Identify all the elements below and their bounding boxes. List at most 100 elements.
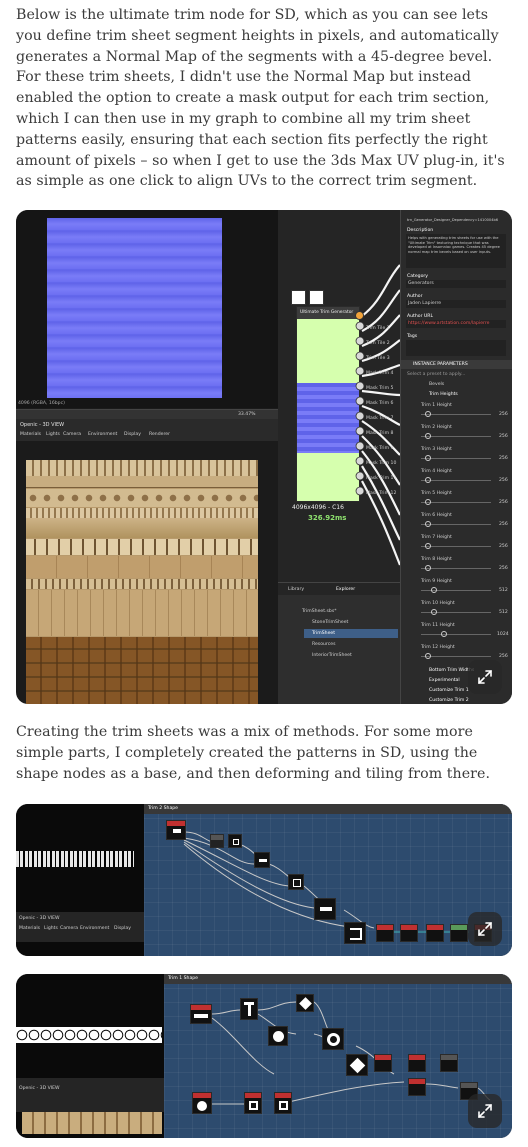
viewer-menu-environment[interactable]: Environment (80, 926, 109, 931)
viewer-menu-lights[interactable]: Lights (44, 926, 58, 931)
trim-height-knob[interactable] (425, 653, 431, 659)
trim-height-row[interactable]: Trim 1 Height 256 (401, 402, 512, 424)
graph-node-shape-3[interactable] (254, 852, 270, 868)
prop-author-field[interactable]: Jaden Lapierre (406, 300, 506, 308)
trim-height-slider[interactable] (421, 546, 491, 547)
graph-node-tile[interactable] (426, 924, 444, 942)
trim-height-knob[interactable] (425, 411, 431, 417)
trim-height-row[interactable]: Trim 2 Height 256 (401, 424, 512, 446)
trim-height-knob[interactable] (431, 587, 437, 593)
viewer-menu-materials[interactable]: Materials (19, 926, 40, 931)
trim-height-value[interactable]: 256 (499, 544, 508, 549)
explorer-item-stone[interactable]: StoneTrimSheet (312, 620, 348, 625)
trim-height-row[interactable]: Trim 9 Height 512 (401, 578, 512, 600)
trim-height-row[interactable]: Trim 8 Height 256 (401, 556, 512, 578)
output-port-main[interactable] (355, 311, 364, 320)
prop-tags-field[interactable] (406, 340, 506, 356)
trim-height-slider[interactable] (421, 436, 491, 437)
trim-height-value[interactable]: 256 (499, 566, 508, 571)
viewer-3d-menu-renderer[interactable]: Renderer (149, 432, 170, 437)
group-trim-heights[interactable]: Trim Heights (429, 392, 458, 397)
viewer-menu-display[interactable]: Display (114, 926, 131, 931)
trim-height-knob[interactable] (425, 543, 431, 549)
viewer-3d-menu-display[interactable]: Display (124, 432, 141, 437)
graph-node-shape-2[interactable] (228, 834, 242, 848)
graph-node-square-2[interactable] (274, 1092, 292, 1114)
graph-node-shape-5[interactable] (314, 898, 336, 920)
trim-height-knob[interactable] (425, 565, 431, 571)
trim-height-row[interactable]: Trim 7 Height 256 (401, 534, 512, 556)
graph-node-shape-a[interactable] (190, 1004, 212, 1024)
graph-node-blend-1[interactable] (376, 924, 394, 942)
explorer-tab-explorer[interactable]: Explorer (336, 587, 355, 592)
trim-height-knob[interactable] (425, 521, 431, 527)
graph-node-output-1[interactable] (450, 924, 468, 942)
trim-1-shape-screenshot[interactable]: Openic - 3D VIEW Trim 1 Shape (16, 974, 512, 1138)
trim-height-value[interactable]: 256 (499, 478, 508, 483)
trim-height-slider[interactable] (421, 524, 491, 525)
prop-description-box[interactable]: Helps with generating trim sheets for us… (406, 234, 506, 268)
graph-node-blend-2[interactable] (400, 924, 418, 942)
trim-height-slider[interactable] (421, 480, 491, 481)
graph-node-blend-d[interactable] (408, 1078, 426, 1096)
trim-height-value[interactable]: 256 (499, 522, 508, 527)
trim-height-value[interactable]: 256 (499, 434, 508, 439)
viewer-3d-menu-environment[interactable]: Environment (88, 432, 117, 437)
prop-author-url-field[interactable]: https://www.artstation.com/lapierre (406, 320, 506, 328)
trim-height-row[interactable]: Trim 4 Height 256 (401, 468, 512, 490)
trim-height-knob[interactable] (425, 499, 431, 505)
trim-height-slider[interactable] (421, 458, 491, 459)
graph-node-diamond[interactable] (296, 994, 314, 1012)
trim-height-slider[interactable] (421, 502, 491, 503)
trim-height-row[interactable]: Trim 3 Height 256 (401, 446, 512, 468)
trim-generator-screenshot[interactable]: 4096 (RGBA, 16bpc) 33.47% Openic - 3D VI… (16, 210, 512, 704)
explorer-item-trimsheet[interactable]: TrimSheet (312, 631, 335, 636)
trim-height-value[interactable]: 256 (499, 654, 508, 659)
trim-height-value[interactable]: 512 (499, 588, 508, 593)
graph-node-blend-b[interactable] (408, 1054, 426, 1072)
trim-height-row[interactable]: Trim 5 Height 256 (401, 490, 512, 512)
graph-node-blend-a[interactable] (374, 1054, 392, 1072)
graph-canvas[interactable]: Trim 1 Shape (164, 974, 512, 1138)
trim-height-value[interactable]: 256 (499, 456, 508, 461)
graph-node-ornament[interactable] (322, 1028, 344, 1050)
trim-height-value[interactable]: 256 (499, 412, 508, 417)
graph-node-shape-4[interactable] (288, 874, 304, 890)
viewer-menu-camera[interactable]: Camera (60, 926, 78, 931)
trim-height-row[interactable]: Trim 6 Height 256 (401, 512, 512, 534)
trim-height-value[interactable]: 256 (499, 500, 508, 505)
ultimate-trim-node[interactable]: Ultimate Trim Generator (296, 306, 360, 502)
expand-button[interactable] (468, 1094, 502, 1128)
expand-button[interactable] (468, 912, 502, 946)
graph-area[interactable]: Ultimate Trim Generator Trim Tile 1 Trim… (278, 210, 400, 582)
explorer-item-interior[interactable]: InteriorTrimSheet (312, 653, 352, 658)
group-experimental[interactable]: Experimental (429, 678, 460, 683)
zoom-readout[interactable]: 33.47% (238, 412, 256, 417)
explorer-tab-library[interactable]: Library (288, 587, 304, 592)
graph-node-shape[interactable] (166, 820, 186, 840)
viewer-3d-menu-materials[interactable]: Materials (20, 432, 41, 437)
prop-category-field[interactable]: Generators (406, 280, 506, 288)
explorer-item-package[interactable]: TrimSheet.sbs* (302, 609, 337, 614)
graph-node-bar[interactable] (240, 998, 258, 1020)
trim-height-knob[interactable] (431, 609, 437, 615)
instance-params-header[interactable]: INSTANCE PARAMETERS (401, 360, 512, 369)
trim-height-slider[interactable] (421, 568, 491, 569)
trim-height-value[interactable]: 512 (499, 610, 508, 615)
graph-node-dot[interactable] (192, 1092, 212, 1114)
trim-height-knob[interactable] (425, 477, 431, 483)
graph-node-ornament-2[interactable] (346, 1054, 368, 1076)
trim-height-row[interactable]: Trim 10 Height 512 (401, 600, 512, 622)
graph-node-circle[interactable] (268, 1026, 288, 1046)
trim-height-slider[interactable] (421, 656, 491, 657)
trim-height-knob[interactable] (441, 631, 447, 637)
trim-height-value[interactable]: 1024 (497, 632, 509, 637)
explorer-item-resources[interactable]: Resources (312, 642, 335, 647)
group-customize-trim-1[interactable]: Customize Trim 1 (429, 688, 469, 693)
viewer-3d-menu-lights[interactable]: Lights (46, 432, 60, 437)
viewer-3d-menu-camera[interactable]: Camera (63, 432, 81, 437)
expand-button[interactable] (468, 660, 502, 694)
trim-height-row[interactable]: Trim 11 Height 1024 (401, 622, 512, 644)
group-bevels[interactable]: Bevels (429, 382, 444, 387)
graph-node-greek-key[interactable] (344, 922, 366, 944)
